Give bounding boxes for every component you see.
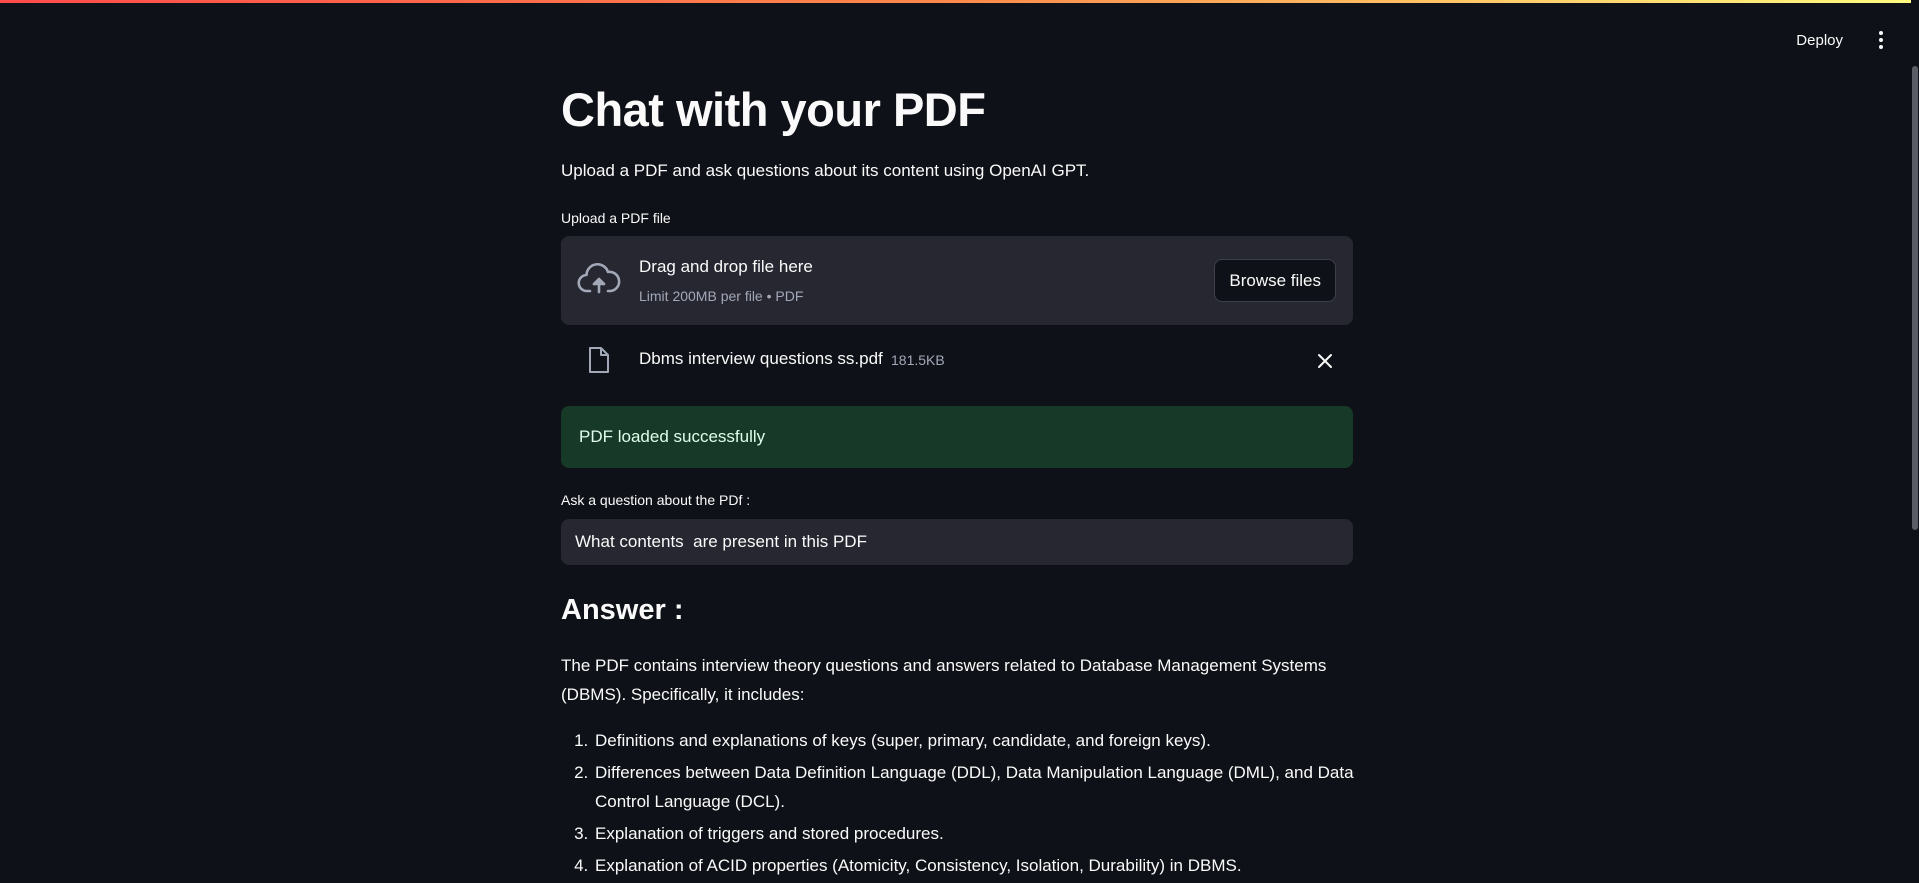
browse-files-button[interactable]: Browse files xyxy=(1214,259,1336,302)
uploaded-file-row: Dbms interview questions ss.pdf 181.5KB xyxy=(561,340,1353,382)
deploy-button[interactable]: Deploy xyxy=(1786,26,1853,55)
answer-list-item: Explanation of triggers and stored proce… xyxy=(593,819,1385,848)
uploaded-file-name: Dbms interview questions ss.pdf xyxy=(639,349,883,368)
answer-intro: The PDF contains interview theory questi… xyxy=(561,656,1327,704)
question-label: Ask a question about the PDf : xyxy=(561,492,751,508)
dropzone-limit: Limit 200MB per file • PDF xyxy=(639,288,804,304)
answer-list-item: Definitions and explanations of keys (su… xyxy=(593,726,1385,755)
page-title: Chat with your PDF xyxy=(561,83,986,136)
question-input[interactable] xyxy=(561,519,1353,565)
cloud-upload-icon xyxy=(577,263,621,294)
file-dropzone[interactable]: Drag and drop file here Limit 200MB per … xyxy=(561,236,1353,325)
success-alert: PDF loaded successfully xyxy=(561,406,1353,468)
scrollbar-thumb[interactable] xyxy=(1912,66,1918,530)
answer-heading: Answer : xyxy=(561,594,684,626)
app-toolbar: Deploy xyxy=(1786,0,1919,80)
scrollbar[interactable] xyxy=(1911,0,1919,866)
close-icon[interactable] xyxy=(1315,351,1335,371)
vertical-ellipsis-icon[interactable] xyxy=(1871,29,1891,51)
page-subtitle: Upload a PDF and ask questions about its… xyxy=(561,161,1090,180)
answer-list-item: Differences between Data Definition Lang… xyxy=(593,758,1385,816)
top-decoration-stripe xyxy=(0,0,1919,3)
dropzone-title: Drag and drop file here xyxy=(639,257,813,276)
uploader-label: Upload a PDF file xyxy=(561,210,671,226)
uploaded-file-size: 181.5KB xyxy=(891,352,945,368)
answer-list: Definitions and explanations of keys (su… xyxy=(561,726,1385,883)
document-icon xyxy=(589,347,609,373)
